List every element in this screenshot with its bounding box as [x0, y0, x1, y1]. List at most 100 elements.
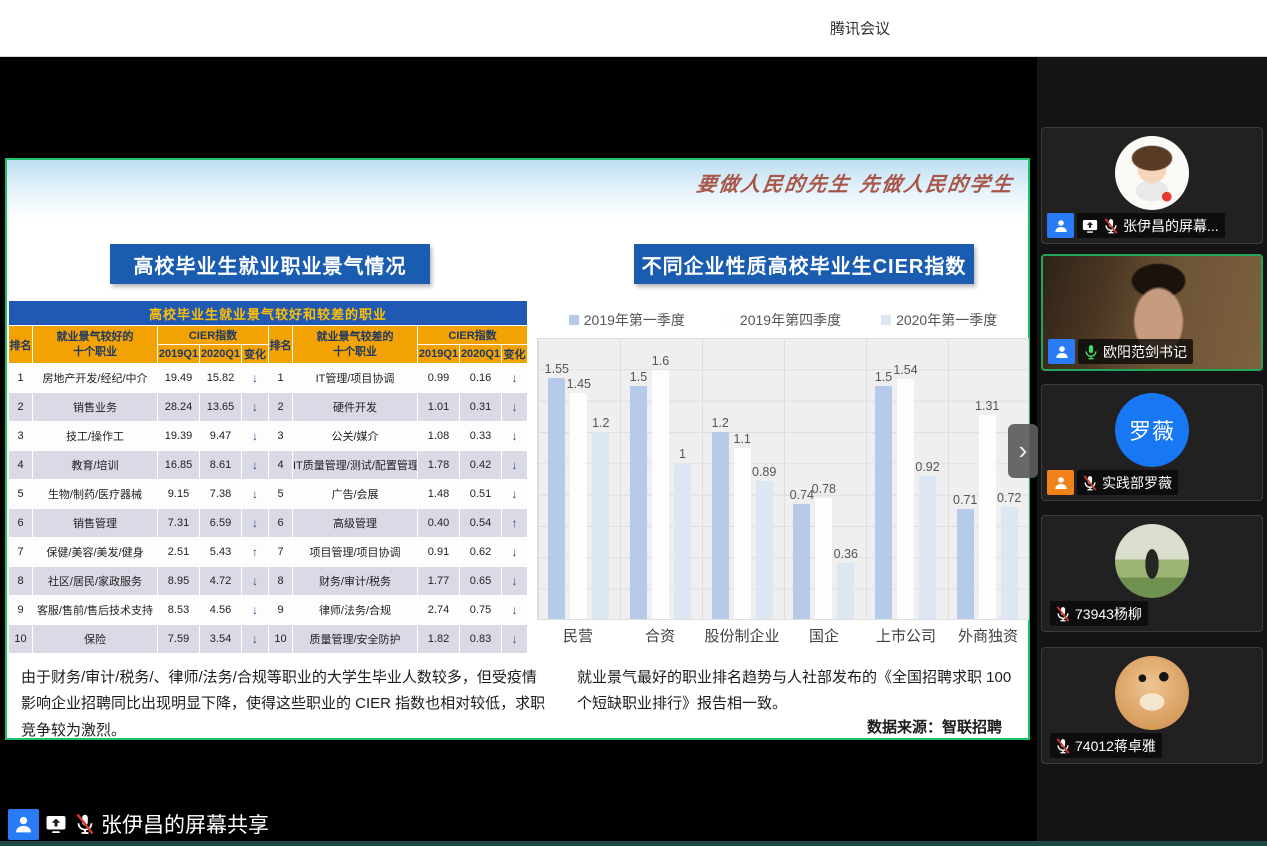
table-cell: ↓	[502, 422, 528, 451]
col-header-rank: 排名	[9, 326, 33, 364]
bar-value-label: 1.55	[545, 362, 569, 376]
slide-motto: 要做人民的先生 先做人民的学生	[695, 168, 1016, 197]
table-cell: 4	[9, 451, 33, 480]
table-cell: 8.61	[200, 451, 242, 480]
table-title: 高校毕业生就业景气较好和较差的职业	[9, 301, 528, 326]
table-cell: 15.82	[200, 364, 242, 393]
table-cell: ↑	[502, 509, 528, 538]
bar: 1.5	[630, 386, 647, 619]
table-cell: 客服/售前/售后技术支持	[33, 596, 158, 625]
bar: 1	[674, 463, 691, 619]
legend-swatch	[725, 315, 735, 325]
bar-value-label: 1.2	[592, 416, 609, 430]
bar-group: 0.740.780.36	[783, 339, 865, 619]
table-cell: 1.48	[418, 480, 460, 509]
table-cell: 7.59	[158, 625, 200, 654]
category-label: 民营	[537, 625, 619, 646]
table-cell: 7	[269, 538, 293, 567]
bar-value-label: 1.6	[652, 354, 669, 368]
table-cell: 8	[9, 567, 33, 596]
bar: 0.89	[756, 481, 773, 619]
table-cell: 质量管理/安全防护	[293, 625, 418, 654]
table-cell: 律师/法务/合规	[293, 596, 418, 625]
table-cell: 保健/美容/美发/健身	[33, 538, 158, 567]
col-header-cier-good: CIER指数	[158, 326, 269, 345]
participant-name: 73943杨柳	[1075, 604, 1142, 624]
table-cell: 7.31	[158, 509, 200, 538]
expand-sidebar-button[interactable]: ›	[1008, 424, 1038, 478]
table-cell: 0.83	[460, 625, 502, 654]
mic-muted-icon	[1054, 737, 1072, 755]
participant-name: 实践部罗薇	[1102, 473, 1172, 493]
table-cell: 5.43	[200, 538, 242, 567]
data-source-label: 数据来源：智联招聘	[867, 716, 1002, 737]
table-cell: 2.74	[418, 596, 460, 625]
video-tile[interactable]: 罗薇实践部罗薇	[1041, 384, 1263, 501]
cier-table-body: 1房地产开发/经纪/中介19.4915.82↓1IT管理/项目协调0.990.1…	[9, 364, 528, 654]
table-cell: 9	[269, 596, 293, 625]
participant-name: 74012蒋卓雅	[1075, 736, 1156, 756]
participant-name-badge: 欧阳范剑书记	[1078, 339, 1193, 364]
table-cell: 8	[269, 567, 293, 596]
bar: 1.45	[570, 393, 587, 619]
mic-muted-icon	[1081, 474, 1099, 492]
table-cell: ↓	[242, 567, 269, 596]
table-cell: 8.53	[158, 596, 200, 625]
table-cell: 0.33	[460, 422, 502, 451]
bar-value-label: 1.1	[733, 432, 750, 446]
table-row: 1房地产开发/经纪/中介19.4915.82↓1IT管理/项目协调0.990.1…	[9, 364, 528, 393]
bar-value-label: 0.74	[790, 488, 814, 502]
bar: 0.78	[815, 498, 832, 619]
table-cell: 0.51	[460, 480, 502, 509]
video-tile[interactable]: 74012蒋卓雅	[1041, 647, 1263, 764]
table-cell: IT管理/项目协调	[293, 364, 418, 393]
table-cell: ↓	[242, 364, 269, 393]
cier-bar-chart: 2019年第一季度2019年第四季度2020年第一季度 1.551.451.21…	[537, 310, 1029, 646]
table-cell: 4.72	[200, 567, 242, 596]
screen-share-stage: 要做人民的先生 先做人民的学生 高校毕业生就业职业景气情况 不同企业性质高校毕业…	[0, 57, 1037, 846]
table-cell: 19.49	[158, 364, 200, 393]
participant-name-badge: 74012蒋卓雅	[1050, 733, 1162, 758]
bar-value-label: 0.92	[915, 460, 939, 474]
table-cell: 1	[269, 364, 293, 393]
category-label: 合资	[619, 625, 701, 646]
table-cell: 项目管理/项目协调	[293, 538, 418, 567]
table-row: 4教育/培训16.858.61↓4IT质量管理/测试/配置管理1.780.42↓	[9, 451, 528, 480]
avatar	[1115, 524, 1189, 598]
table-cell: ↑	[242, 538, 269, 567]
chart-categories: 民营合资股份制企业国企上市公司外商独资	[537, 625, 1029, 646]
col-header-2020q1: 2020Q1	[460, 345, 502, 364]
video-tile[interactable]: 73943杨柳	[1041, 515, 1263, 632]
bar-value-label: 0.72	[997, 491, 1021, 505]
bar-value-label: 1.5	[875, 370, 892, 384]
table-row: 10保险7.593.54↓10质量管理/安全防护1.820.83↓	[9, 625, 528, 654]
mic-muted-icon	[1102, 217, 1120, 235]
person-icon	[1047, 470, 1074, 495]
table-cell: 9.47	[200, 422, 242, 451]
table-cell: 2	[9, 393, 33, 422]
table-cell: IT质量管理/测试/配置管理	[293, 451, 418, 480]
share-banner: 张伊昌的屏幕共享	[8, 808, 269, 840]
table-cell: 7	[9, 538, 33, 567]
col-header-2019q1: 2019Q1	[418, 345, 460, 364]
participant-name: 欧阳范剑书记	[1103, 342, 1187, 362]
bar: 1.55	[548, 378, 565, 619]
table-cell: 高级管理	[293, 509, 418, 538]
table-cell: ↓	[242, 625, 269, 654]
share-banner-label: 张伊昌的屏幕共享	[101, 809, 269, 839]
table-cell: 0.75	[460, 596, 502, 625]
legend-swatch	[881, 315, 891, 325]
table-cell: 公关/媒介	[293, 422, 418, 451]
table-cell: 0.42	[460, 451, 502, 480]
bar-group: 1.51.540.92	[865, 339, 947, 619]
table-cell: 0.31	[460, 393, 502, 422]
bar-value-label: 0.36	[834, 547, 858, 561]
video-tile[interactable]: 欧阳范剑书记	[1041, 254, 1263, 371]
bar: 1.6	[652, 370, 669, 619]
legend-label: 2019年第一季度	[584, 310, 685, 330]
table-cell: 1.77	[418, 567, 460, 596]
table-cell: 13.65	[200, 393, 242, 422]
bar: 0.36	[837, 563, 854, 619]
avatar	[1115, 656, 1189, 730]
video-tile[interactable]: 张伊昌的屏幕...	[1041, 127, 1263, 244]
